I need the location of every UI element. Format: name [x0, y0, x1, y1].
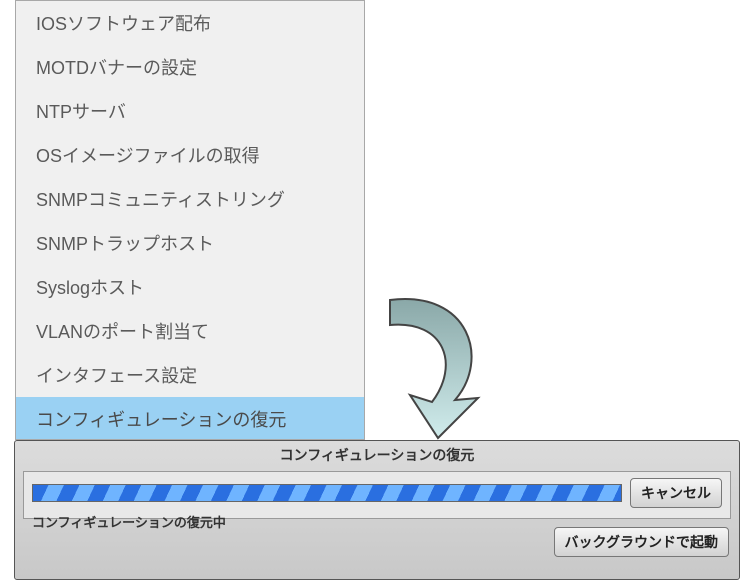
progress-area: キャンセル コンフィギュレーションの復元中 [23, 471, 731, 519]
progress-bar [32, 484, 622, 502]
menu-item-snmp-trap[interactable]: SNMPトラップホスト [16, 221, 364, 265]
task-menu-panel: IOSソフトウェア配布 MOTDバナーの設定 NTPサーバ OSイメージファイル… [15, 0, 365, 440]
menu-item-vlan-port[interactable]: VLANのポート割当て [16, 309, 364, 353]
progress-bar-fill [33, 485, 621, 501]
menu-item-syslog-host[interactable]: Syslogホスト [16, 265, 364, 309]
restore-config-dialog: コンフィギュレーションの復元 キャンセル コンフィギュレーションの復元中 バック… [14, 440, 740, 580]
cancel-button[interactable]: キャンセル [630, 478, 722, 508]
menu-item-ios-distribution[interactable]: IOSソフトウェア配布 [16, 1, 364, 45]
menu-item-motd-banner[interactable]: MOTDバナーの設定 [16, 45, 364, 89]
menu-item-config-restore[interactable]: コンフィギュレーションの復元 [16, 397, 364, 440]
menu-item-interface-settings[interactable]: インタフェース設定 [16, 353, 364, 397]
dialog-title: コンフィギュレーションの復元 [15, 441, 739, 471]
run-in-background-button[interactable]: バックグラウンドで起動 [554, 527, 729, 557]
menu-item-snmp-community[interactable]: SNMPコミュニティストリング [16, 177, 364, 221]
flow-arrow-icon [360, 280, 500, 450]
progress-status-text: コンフィギュレーションの復元中 [32, 512, 722, 531]
menu-item-ntp-server[interactable]: NTPサーバ [16, 89, 364, 133]
menu-item-os-image[interactable]: OSイメージファイルの取得 [16, 133, 364, 177]
